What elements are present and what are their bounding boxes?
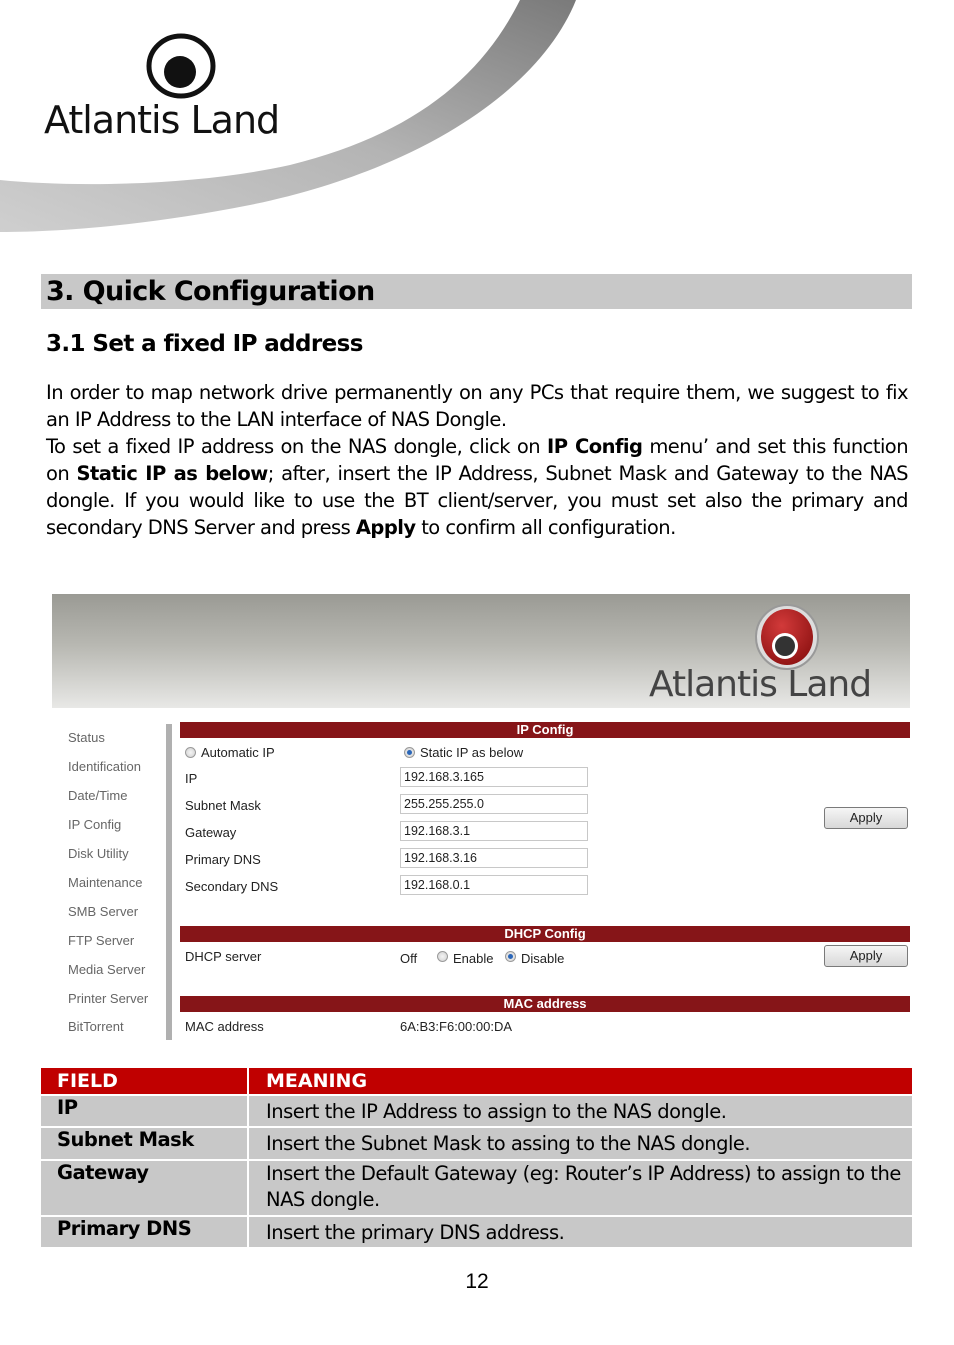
field-cell: IP bbox=[41, 1094, 249, 1126]
meaning-cell: Insert the Subnet Mask to assing to the … bbox=[249, 1126, 912, 1159]
field-meaning-table: FIELD MEANING IP Insert the IP Address t… bbox=[41, 1068, 912, 1247]
nav-item-bittorrent[interactable]: BitTorrent bbox=[68, 1019, 124, 1034]
page-number: 12 bbox=[465, 1270, 489, 1293]
ip-config-header-label: IP Config bbox=[516, 722, 574, 737]
gateway-input[interactable]: 192.168.3.1 bbox=[400, 821, 588, 841]
embedded-screenshot: Atlantis Land Status Identification Date… bbox=[52, 594, 910, 1044]
automatic-ip-radio[interactable] bbox=[185, 747, 196, 758]
subnet-mask-label: Subnet Mask bbox=[185, 798, 261, 813]
brand-name: Atlantis Land bbox=[44, 98, 280, 142]
dhcp-status: Off bbox=[400, 951, 418, 966]
nav-item-smb-server[interactable]: SMB Server bbox=[68, 904, 138, 919]
automatic-ip-label: Automatic IP bbox=[201, 745, 275, 760]
emphasis-static-ip: Static IP as below bbox=[76, 462, 269, 485]
dhcp-enable-label: Enable bbox=[453, 951, 494, 966]
field-cell: Gateway bbox=[41, 1159, 249, 1215]
nav-item-ftp-server[interactable]: FTP Server bbox=[68, 933, 134, 948]
gateway-label: Gateway bbox=[185, 825, 237, 840]
intro-text: In order to map network drive permanentl… bbox=[46, 379, 909, 541]
mac-address-header-label: MAC address bbox=[503, 996, 587, 1011]
column-header-field: FIELD bbox=[41, 1068, 249, 1094]
dhcp-enable-radio[interactable] bbox=[437, 951, 448, 962]
table-header-row: FIELD MEANING bbox=[41, 1068, 912, 1094]
primary-dns-input[interactable]: 192.168.3.16 bbox=[400, 848, 588, 868]
nav-divider bbox=[166, 724, 172, 1040]
dhcp-config-header-label: DHCP Config bbox=[504, 926, 586, 941]
text-run: to confirm all configuration. bbox=[415, 516, 676, 539]
brand-logo-icon bbox=[755, 604, 819, 670]
static-ip-radio[interactable] bbox=[404, 747, 415, 758]
intro-paragraph-2: To set a fixed IP address on the NAS don… bbox=[46, 433, 909, 541]
text-run: To set a fixed IP address on the NAS don… bbox=[46, 435, 548, 458]
dhcp-server-label: DHCP server bbox=[185, 949, 262, 964]
mac-address-header: MAC address bbox=[180, 996, 910, 1012]
ip-label: IP bbox=[185, 771, 198, 786]
nav-item-media-server[interactable]: Media Server bbox=[68, 962, 145, 977]
subnet-mask-input[interactable]: 255.255.255.0 bbox=[400, 794, 588, 814]
nav-item-identification[interactable]: Identification bbox=[68, 759, 141, 774]
nav-item-maintenance[interactable]: Maintenance bbox=[68, 875, 142, 890]
ip-config-apply-button[interactable]: Apply bbox=[824, 807, 908, 829]
table-row: Subnet Mask Insert the Subnet Mask to as… bbox=[41, 1126, 912, 1159]
primary-dns-label: Primary DNS bbox=[185, 852, 261, 867]
dhcp-config-header: DHCP Config bbox=[180, 926, 910, 942]
nav-item-status[interactable]: Status bbox=[68, 730, 105, 745]
brand-logo-icon bbox=[146, 33, 216, 99]
table-row: Primary DNS Insert the primary DNS addre… bbox=[41, 1215, 912, 1247]
dhcp-disable-radio[interactable] bbox=[505, 951, 516, 962]
section-title: 3. Quick Configuration bbox=[46, 276, 375, 307]
table-row: Gateway Insert the Default Gateway (eg: … bbox=[41, 1159, 912, 1215]
mac-address-value: 6A:B3:F6:00:00:DA bbox=[400, 1019, 513, 1034]
column-header-meaning: MEANING bbox=[249, 1068, 912, 1094]
ip-config-header: IP Config bbox=[180, 722, 910, 738]
meaning-cell: Insert the IP Address to assign to the N… bbox=[249, 1094, 912, 1126]
web-ui-brand: Atlantis Land bbox=[649, 664, 872, 705]
dhcp-apply-button[interactable]: Apply bbox=[824, 945, 908, 967]
emphasis-ip-config: IP Config bbox=[547, 435, 643, 458]
nav-item-date-time[interactable]: Date/Time bbox=[68, 788, 127, 803]
subsection-title: 3.1 Set a fixed IP address bbox=[46, 331, 363, 357]
nav-item-disk-utility[interactable]: Disk Utility bbox=[68, 846, 129, 861]
nav-item-printer-server[interactable]: Printer Server bbox=[68, 991, 148, 1006]
intro-paragraph-1: In order to map network drive permanentl… bbox=[46, 381, 909, 431]
dhcp-disable-label: Disable bbox=[521, 951, 565, 966]
ip-input[interactable]: 192.168.3.165 bbox=[400, 767, 588, 787]
field-cell: Primary DNS bbox=[41, 1215, 249, 1247]
field-cell: Subnet Mask bbox=[41, 1126, 249, 1159]
nav-item-ip-config[interactable]: IP Config bbox=[68, 817, 121, 832]
meaning-cell: Insert the primary DNS address. bbox=[249, 1215, 912, 1247]
meaning-cell: Insert the Default Gateway (eg: Router’s… bbox=[249, 1159, 912, 1215]
mac-address-label: MAC address bbox=[185, 1019, 264, 1034]
secondary-dns-label: Secondary DNS bbox=[185, 879, 279, 894]
static-ip-label: Static IP as below bbox=[420, 745, 524, 760]
secondary-dns-input[interactable]: 192.168.0.1 bbox=[400, 875, 588, 895]
emphasis-apply: Apply bbox=[355, 516, 416, 539]
table-row: IP Insert the IP Address to assign to th… bbox=[41, 1094, 912, 1126]
